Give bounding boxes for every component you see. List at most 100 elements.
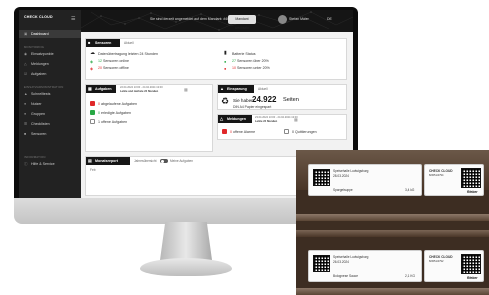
calendar-small-icon[interactable]: ▦ (184, 87, 188, 92)
label-brand: CHECK CLOUD (429, 255, 453, 259)
tasks-expired-label: abgelaufene Aufgaben (101, 101, 137, 106)
menu-toggle-icon[interactable]: ☰ (71, 16, 75, 22)
sidebar-section-monitoring: MONITORING (24, 45, 45, 49)
food-label-2: Speisehalle Ludwigsburg 26.03.2024 Bolog… (308, 250, 422, 282)
user-name[interactable]: Stefan Maier (289, 17, 309, 21)
sensors-card-title: Sensoren (95, 41, 112, 45)
open-task-icon (90, 119, 95, 124)
alerts-ack-label: Quittierungen (295, 129, 317, 134)
alerts-open-count: 0 (230, 129, 232, 134)
sidebar-item-checklisten[interactable]: ☰ Checklisten (19, 120, 81, 128)
sidebar-item-dashboard[interactable]: ▣ Dashboard (19, 30, 81, 38)
switch-tenant-button[interactable]: Mandant wechseln (228, 15, 256, 30)
tasks-range-label: Letzte und nächste 24 Stunden (120, 89, 159, 93)
savings-intro: Sie haben (233, 98, 254, 103)
sidebar-item-sensoren[interactable]: ■ Sensoren (19, 130, 81, 138)
paper-savings-icon: ♻ (221, 96, 230, 106)
drawer-rail (296, 214, 489, 221)
sidebar-item-gruppen[interactable]: ● Gruppen (19, 110, 81, 118)
sidebar-item-label: Aufgaben (31, 72, 47, 76)
tasks-done: 0 erledigte Aufgaben (98, 111, 131, 115)
battery-good-count: 27 (232, 59, 236, 63)
sidebar: CHECK CLOUD ☰ ▣ Dashboard MONITORING ◉ E… (19, 10, 81, 198)
battery-low: 10 Sensoren unter 20% (232, 66, 270, 70)
tenant-info-text: Sie sind derzeit angemeldet auf dem Mand… (150, 17, 239, 21)
sidebar-section-information: INFORMATION (24, 155, 46, 159)
drawer-rail (296, 288, 489, 295)
alerts-open: 0 offene Alarme (230, 130, 255, 134)
dashboard-icon: ▣ (24, 32, 28, 36)
sidebar-item-label: Dashboard (31, 32, 49, 36)
flask-icon: ▲ (24, 92, 28, 96)
ack-icon (284, 129, 289, 134)
alerts-ack-count: 0 (292, 129, 294, 134)
alerts-card-title: Meldungen (227, 117, 246, 121)
label-weight: 3,4 kG (405, 188, 415, 192)
tasks-card-title: Aufgaben (95, 87, 112, 91)
tasks-done-count: 0 (98, 110, 100, 115)
sensors-card-subtitle: Aktuell (124, 41, 134, 45)
alerts-card: △ Meldungen 23.04.2024 13:00 - 24.04.202… (217, 114, 347, 140)
calendar-icon: ▦ (88, 86, 92, 91)
qr-code-icon (461, 168, 481, 188)
sidebar-item-einsatzpunkte[interactable]: ◉ Einsatzpunkte (19, 50, 81, 58)
top-header: Sie sind derzeit angemeldet auf dem Mand… (81, 10, 353, 32)
tasks-expired-count: 0 (98, 101, 100, 106)
label-item: Spargelsuppe (333, 188, 353, 192)
battery-icon: ▮ (224, 50, 227, 56)
sidebar-item-hilfe[interactable]: ⓘ Hilfe & Service (19, 160, 81, 168)
sidebar-item-label: Meldungen (31, 62, 49, 66)
label-company: Speisehalle Ludwigsburg (333, 169, 369, 173)
battery-low-icon: ● (224, 66, 227, 71)
label-logo: Rieber (467, 190, 478, 194)
monitor-stand-neck (160, 222, 212, 260)
sidebar-item-label: Schnelltests (31, 92, 51, 96)
expired-icon (90, 101, 95, 106)
leaf-icon: ▲ (220, 86, 224, 91)
sidebar-item-label: Sensoren (31, 132, 47, 136)
cloud-icon: ☁ (90, 50, 95, 56)
tasks-icon: ☑ (24, 72, 28, 76)
qr-code-icon (461, 254, 481, 274)
sensors-card: ■ Sensoren Aktuell ☁ Datenübertragung le… (85, 38, 347, 80)
language-select[interactable]: DE (327, 17, 332, 21)
sensors-offline-count: 20 (98, 66, 102, 70)
avatar[interactable] (278, 15, 287, 24)
sidebar-item-meldungen[interactable]: △ Meldungen (19, 60, 81, 68)
user-icon: ● (24, 102, 27, 106)
calendar-small-icon[interactable]: ▦ (294, 117, 298, 122)
brand-label-2: CHECK CLOUD 8/3051/4792 Rieber (424, 250, 484, 282)
sensors-online-count: 12 (98, 59, 102, 63)
alerts-card-header: △ Meldungen (218, 115, 252, 123)
sidebar-item-label: Gruppen (31, 112, 45, 116)
report-card-subtitle: Jahresübersicht (134, 159, 157, 163)
sidebar-item-nutzer[interactable]: ● Nutzer (19, 100, 81, 108)
report-month: Feb (90, 168, 96, 172)
savings-card-title: Einsparung (227, 87, 247, 91)
sidebar-item-label: Checklisten (31, 122, 50, 126)
battery-title: Batterie Status (232, 52, 256, 56)
sidebar-item-schnelltests[interactable]: ▲ Schnelltests (19, 90, 81, 98)
transfer-title: Datenübertragung letzten 24 Stunden (98, 52, 158, 56)
qr-code-icon (313, 169, 330, 186)
tasks-open: 1 offene Aufgaben (98, 120, 127, 124)
savings-card-subtitle: Aktuell (258, 87, 268, 91)
my-tasks-toggle[interactable] (160, 159, 168, 163)
tasks-open-count: 1 (98, 119, 100, 124)
label-weight: 2,1 KG (405, 274, 415, 278)
sidebar-item-aufgaben[interactable]: ☑ Aufgaben (19, 70, 81, 78)
battery-low-count: 10 (232, 66, 236, 70)
checklist-icon: ☰ (24, 122, 28, 126)
battery-good-icon: ● (224, 59, 227, 64)
bell-icon: △ (24, 62, 27, 66)
sensors-online-label: Sensoren online (103, 59, 129, 63)
food-label-1: Speisehalle Ludwigsburg 28.03.2024 Sparg… (308, 164, 422, 196)
bell-icon: △ (220, 116, 224, 121)
label-date: 26.03.2024 (333, 260, 349, 264)
report-card-title: Monatsreport (95, 159, 118, 163)
savings-card-header: ▲ Einsparung (218, 85, 254, 93)
savings-note: DIN A4 Papier eingespart (233, 105, 272, 109)
alerts-range-label: Letzte 24 Stunden (255, 119, 278, 123)
report-card-header: ▤ Monatsreport (86, 157, 130, 165)
tasks-card: ▦ Aufgaben 22.04.2024 13:00 - 24.04.2024… (85, 84, 213, 152)
